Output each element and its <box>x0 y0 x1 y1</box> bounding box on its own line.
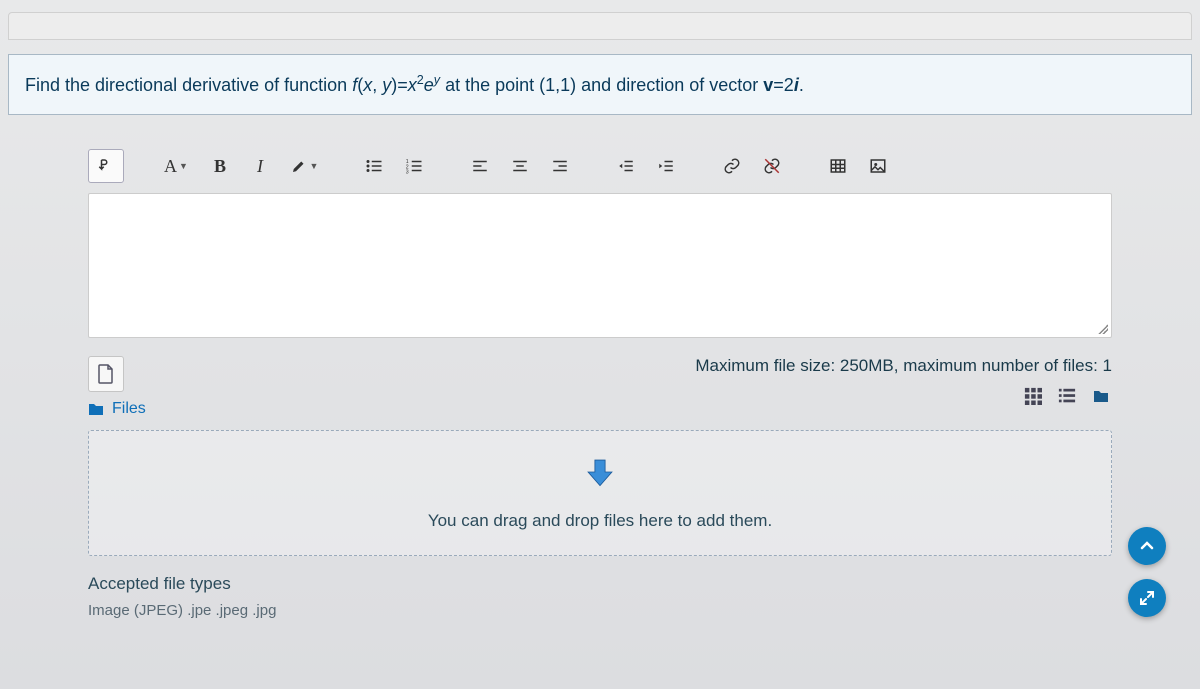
italic-button[interactable]: I <box>242 149 278 183</box>
chevron-up-icon <box>1139 538 1155 554</box>
link-button[interactable] <box>714 149 750 183</box>
outdent-icon <box>617 157 635 175</box>
editor-section: A▼ B I ▼ 123 <box>8 115 1192 619</box>
folder-solid-icon <box>1093 389 1109 403</box>
table-icon <box>829 157 847 175</box>
question-pt: (1,1) <box>539 75 576 95</box>
svg-text:3: 3 <box>406 170 409 176</box>
question-v: v <box>763 75 773 95</box>
question-eq: = <box>397 75 408 95</box>
brush-icon <box>290 157 308 175</box>
folder-icon <box>88 402 104 416</box>
grid-view-button[interactable] <box>1022 386 1044 406</box>
files-label-text: Files <box>112 400 146 418</box>
question-y: y <box>382 75 391 95</box>
paragraph-direction-button[interactable] <box>88 149 124 183</box>
unordered-list-icon <box>365 157 383 175</box>
caret-down-icon: ▼ <box>310 161 319 171</box>
dropzone-text: You can drag and drop files here to add … <box>428 511 772 531</box>
expand-icon <box>1139 590 1155 606</box>
outdent-button[interactable] <box>608 149 644 183</box>
unordered-list-button[interactable] <box>356 149 392 183</box>
ordered-list-icon: 123 <box>405 157 423 175</box>
align-center-button[interactable] <box>502 149 538 183</box>
upload-limits-text: Maximum file size: 250MB, maximum number… <box>695 356 1112 376</box>
scroll-top-button[interactable] <box>1128 527 1166 565</box>
fullscreen-button[interactable] <box>1128 579 1166 617</box>
question-mid2: and direction of vector <box>576 75 763 95</box>
indent-icon <box>657 157 675 175</box>
file-dropzone[interactable]: You can drag and drop files here to add … <box>88 430 1112 556</box>
list-view-button[interactable] <box>1056 386 1078 406</box>
editor-toolbar: A▼ B I ▼ 123 <box>88 145 1112 187</box>
link-icon <box>723 157 741 175</box>
question-x2: x <box>408 75 417 95</box>
highlight-button[interactable]: ▼ <box>282 149 326 183</box>
bold-button[interactable]: B <box>202 149 238 183</box>
file-picker-button[interactable] <box>88 356 124 392</box>
italic-label: I <box>257 156 263 177</box>
caret-down-icon: ▼ <box>179 161 188 171</box>
top-header-bar <box>8 12 1192 40</box>
align-right-icon <box>551 157 569 175</box>
accepted-types-section: Accepted file types Image (JPEG) .jpe .j… <box>88 574 1112 619</box>
question-comma: , <box>372 75 382 95</box>
question-sup2: 2 <box>417 73 424 87</box>
question-eq2: =2 <box>773 75 794 95</box>
table-button[interactable] <box>820 149 856 183</box>
question-mid: at the point <box>440 75 539 95</box>
paragraph-direction-icon <box>97 157 115 175</box>
font-a-label: A <box>164 156 177 177</box>
question-end: . <box>799 75 804 95</box>
align-center-icon <box>511 157 529 175</box>
ordered-list-button[interactable]: 123 <box>396 149 432 183</box>
file-icon <box>97 364 115 384</box>
image-button[interactable] <box>860 149 896 183</box>
unlink-button[interactable] <box>754 149 790 183</box>
download-arrow-icon <box>583 455 617 489</box>
unlink-icon <box>763 157 781 175</box>
question-text-pre: Find the directional derivative of funct… <box>25 75 352 95</box>
image-icon <box>869 157 887 175</box>
tree-view-button[interactable] <box>1090 386 1112 406</box>
rich-text-editor[interactable] <box>88 193 1112 338</box>
accepted-types-list: Image (JPEG) .jpe .jpeg .jpg <box>88 602 1112 619</box>
grid-icon <box>1024 387 1042 405</box>
font-style-button[interactable]: A▼ <box>154 149 198 183</box>
bold-label: B <box>214 156 226 177</box>
indent-button[interactable] <box>648 149 684 183</box>
align-left-button[interactable] <box>462 149 498 183</box>
files-section-toggle[interactable]: Files <box>88 400 146 418</box>
question-x: x <box>363 75 372 95</box>
question-prompt: Find the directional derivative of funct… <box>8 54 1192 115</box>
align-left-icon <box>471 157 489 175</box>
align-right-button[interactable] <box>542 149 578 183</box>
list-icon <box>1058 387 1076 405</box>
question-e: e <box>424 75 434 95</box>
accepted-title: Accepted file types <box>88 574 1112 594</box>
